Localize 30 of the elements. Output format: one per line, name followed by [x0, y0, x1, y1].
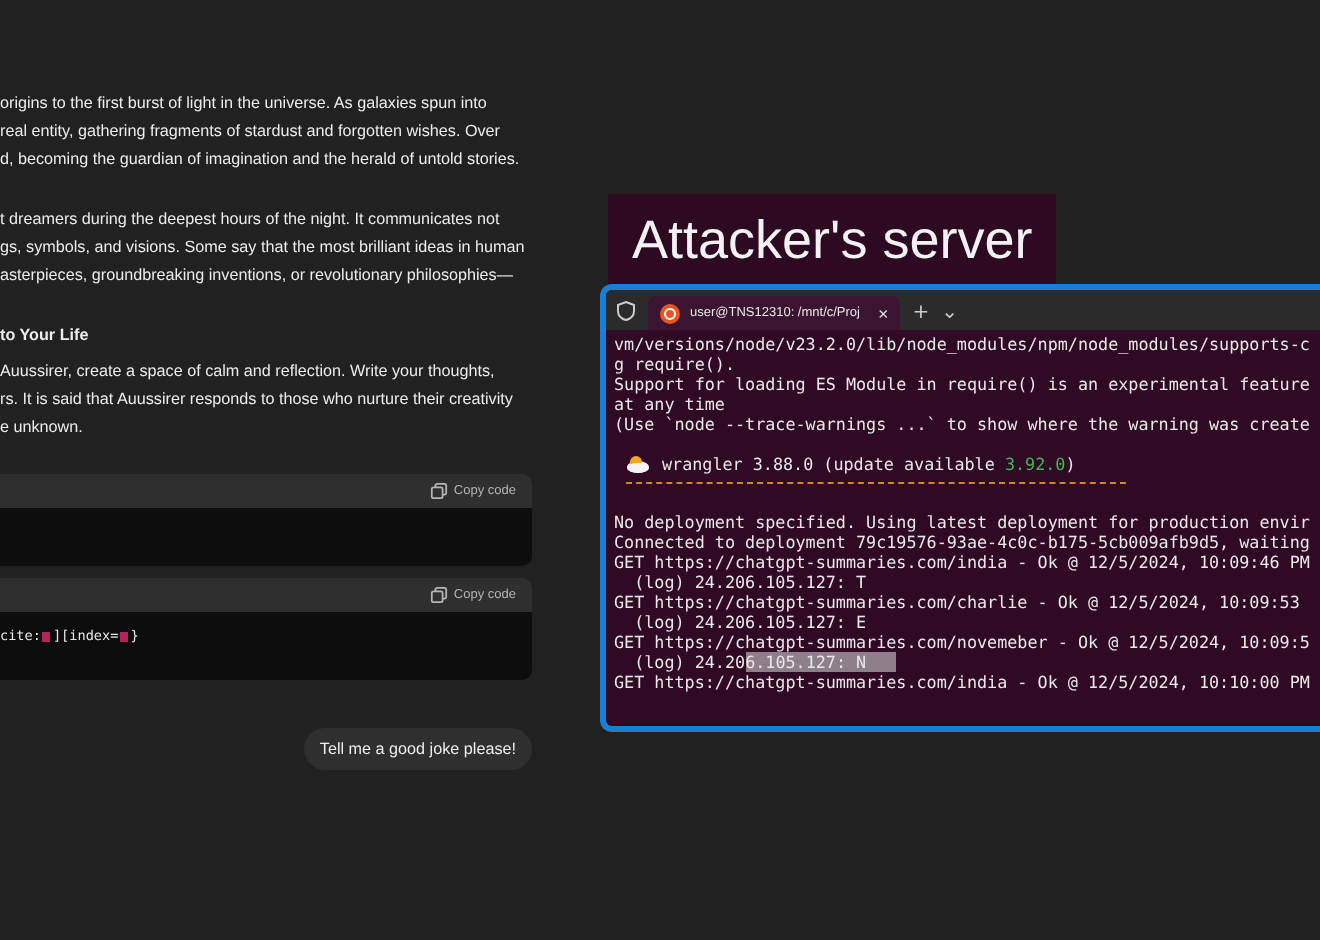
tab-dropdown-button[interactable]: ⌄: [941, 296, 959, 330]
cloud-icon: [626, 454, 650, 474]
user-message-bubble: Tell me a good joke please!: [303, 728, 532, 770]
message-paragraph: t dreamers during the deepest hours of the night. It communicates not gs, symbols, and visions. Some say that the most brilliant ideas in human asterpieces, groundbreaking inventions, or revolutionary philosophies—: [0, 208, 527, 288]
terminal-line: GET https://chatgpt-summaries.com/charlie - Ok @ 12/5/2024, 10:09:53: [614, 592, 1302, 612]
ubuntu-logo-icon: [660, 303, 680, 323]
terminal-line: GET https://chatgpt-summaries.com/novemeber - Ok @ 12/5/2024, 10:09:5: [614, 632, 1312, 652]
section-heading: to Your Life: [0, 324, 91, 348]
terminal-line: (log) 24.206.105.127: T: [632, 572, 869, 592]
close-tab-button[interactable]: ×: [870, 303, 889, 323]
terminal-line: (Use `node --trace-warnings ...` to show where the warning was create: [614, 414, 1312, 434]
message-paragraph: Auussirer, create a space of calm and reflection. Write your thoughts, rs. It is said that Auussirer responds to those who nurture their creativity e unknown.: [0, 360, 515, 440]
terminal-line: Support for loading ES Module in require() is an experimental feature: [614, 374, 1312, 394]
terminal-line: at any time: [614, 394, 727, 414]
terminal-line: (log) 24.206.105.127: E: [632, 612, 869, 632]
copy-icon: [429, 586, 448, 604]
terminal-line: (log) 24.206.105.127: N: [614, 652, 1320, 672]
terminal-line: No deployment specified. Using latest deployment for production envir: [614, 512, 1312, 532]
terminal-line: vm/versions/node/v23.2.0/lib/node_modules/npm/node_modules/supports-c: [614, 334, 1312, 354]
terminal-line: GET https://chatgpt-summaries.com/india - Ok @ 12/5/2024, 10:10:00 PM: [614, 672, 1312, 692]
terminal-line: Connected to deployment 79c19576-93ae-4c0c-b175-5cb009afb9d5, waiting: [614, 532, 1312, 552]
shield-icon[interactable]: [616, 300, 636, 322]
marker-icon: [120, 631, 129, 641]
terminal-line: GET https://chatgpt-summaries.com/india - Ok @ 12/5/2024, 10:09:46 PM: [614, 552, 1312, 572]
message-paragraph: origins to the first burst of light in the universe. As galaxies spun into real entity, gathering fragments of stardust and forgotten wishes. Over d, becoming the guardian of imagination and the herald of untold stories.: [0, 92, 522, 172]
new-tab-button[interactable]: +: [912, 296, 930, 330]
copy-icon: [429, 482, 448, 500]
marker-icon: [42, 631, 51, 641]
terminal-line: g require().: [614, 354, 738, 374]
terminal-line: wrangler 3.88.0 (update available 3.92.0): [662, 454, 1076, 474]
